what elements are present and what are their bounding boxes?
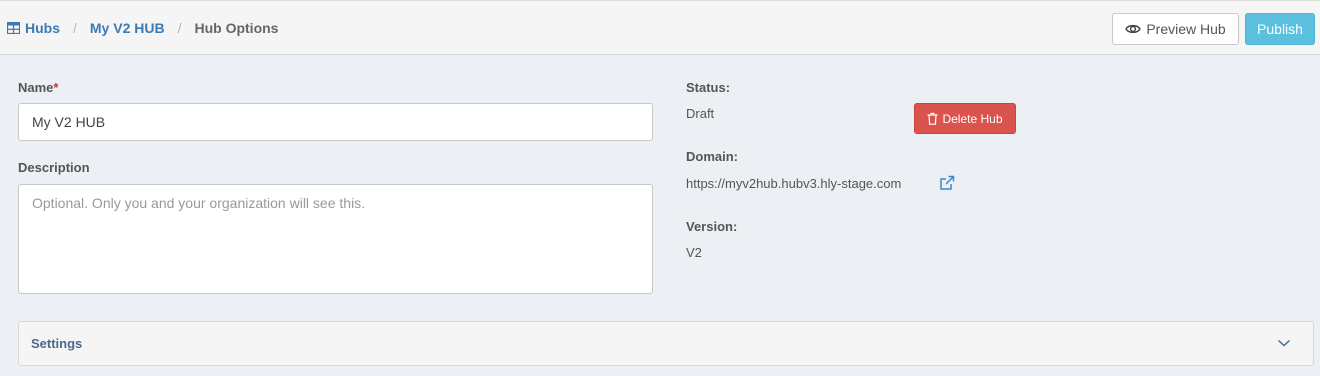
version-value: V2 xyxy=(686,245,702,260)
status-label: Status: xyxy=(686,80,731,95)
breadcrumb-hub-link[interactable]: My V2 HUB xyxy=(90,20,165,36)
version-label: Version: xyxy=(686,219,738,234)
domain-value: https://myv2hub.hubv3.hly-stage.com xyxy=(686,176,902,191)
name-input[interactable] xyxy=(18,103,653,141)
top-bar: Hubs / My V2 HUB / Hub Options Preview H… xyxy=(0,0,1320,55)
preview-hub-button[interactable]: Preview Hub xyxy=(1112,13,1239,45)
chevron-down-icon xyxy=(1277,339,1291,347)
breadcrumb-separator: / xyxy=(73,20,77,36)
name-label: Name* xyxy=(18,80,58,95)
description-label: Description xyxy=(18,160,90,175)
breadcrumb-current: Hub Options xyxy=(194,20,279,36)
name-label-text: Name xyxy=(18,80,54,95)
breadcrumb: Hubs / My V2 HUB / Hub Options xyxy=(7,18,278,38)
required-marker: * xyxy=(53,80,59,95)
status-value: Draft xyxy=(686,106,715,121)
description-textarea[interactable] xyxy=(18,184,653,294)
delete-hub-button[interactable]: Delete Hub xyxy=(914,103,1016,134)
breadcrumb-hubs-label: Hubs xyxy=(25,20,60,36)
settings-accordion[interactable]: Settings xyxy=(18,321,1314,366)
publish-label: Publish xyxy=(1257,21,1303,37)
eye-icon xyxy=(1125,24,1142,34)
publish-button[interactable]: Publish xyxy=(1245,13,1315,45)
settings-label: Settings xyxy=(31,336,83,351)
domain-label: Domain: xyxy=(686,149,738,164)
trash-icon xyxy=(927,112,938,125)
external-link-icon[interactable] xyxy=(939,175,955,191)
breadcrumb-hubs-link[interactable]: Hubs xyxy=(7,20,60,36)
table-icon xyxy=(7,22,20,34)
preview-hub-label: Preview Hub xyxy=(1146,21,1226,37)
breadcrumb-separator: / xyxy=(177,20,182,36)
delete-hub-label: Delete Hub xyxy=(942,111,1003,126)
